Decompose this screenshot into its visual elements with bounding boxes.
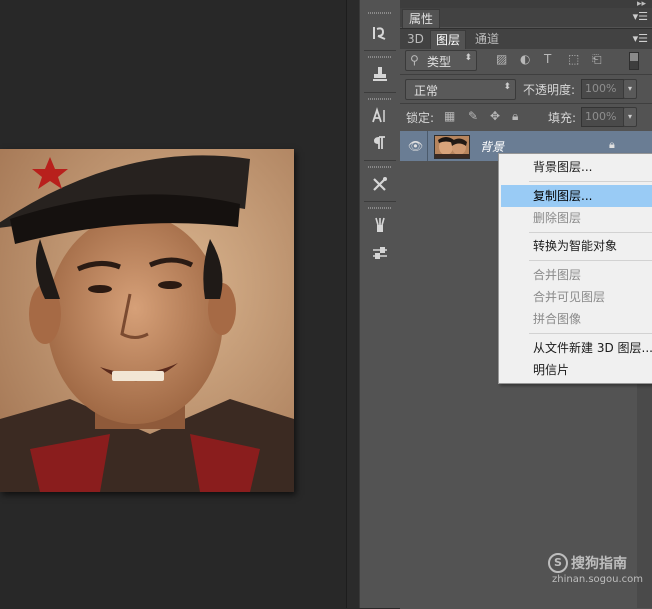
menu-separator bbox=[529, 333, 652, 334]
menu-item-new-3d-layer-from-file[interactable]: 从文件新建 3D 图层... bbox=[499, 337, 652, 359]
eye-icon[interactable]: 👁︎ bbox=[408, 139, 423, 153]
panel-menu-icon[interactable]: ▾☰ bbox=[633, 32, 648, 45]
tab-properties[interactable]: 属性 bbox=[402, 9, 441, 28]
menu-separator bbox=[529, 260, 652, 261]
menu-item-convert-smart-object[interactable]: 转换为智能对象 bbox=[499, 235, 652, 257]
fill-input[interactable]: 100% bbox=[581, 107, 624, 127]
separator bbox=[400, 103, 652, 104]
menu-item-postcard[interactable]: 明信片 bbox=[499, 359, 652, 381]
character-icon[interactable] bbox=[368, 105, 392, 127]
dock-grip[interactable] bbox=[368, 56, 392, 58]
layer-context-menu: 背景图层... 复制图层... 删除图层 转换为智能对象 合并图层 合并可见图层… bbox=[498, 153, 652, 384]
tab-layers[interactable]: 图层 bbox=[430, 30, 467, 49]
fill-dropdown[interactable]: ▾ bbox=[623, 107, 637, 127]
separator bbox=[364, 92, 396, 93]
layer-thumbnail[interactable] bbox=[434, 135, 470, 159]
stamp-icon[interactable] bbox=[368, 63, 392, 85]
tab-3d[interactable]: 3D bbox=[402, 30, 429, 48]
lock-all-icon[interactable]: 🔒︎ bbox=[512, 109, 518, 124]
menu-separator bbox=[529, 181, 652, 182]
separator bbox=[364, 50, 396, 51]
photo-image[interactable] bbox=[0, 149, 294, 492]
filter-kind-label: 类型 bbox=[427, 55, 452, 69]
lock-pixels-icon[interactable]: ✎ bbox=[468, 109, 478, 123]
opacity-input[interactable]: 100% bbox=[581, 79, 624, 99]
menu-item-duplicate-layer[interactable]: 复制图层... bbox=[501, 185, 652, 207]
panel-dock-strip bbox=[359, 0, 401, 608]
panel-divider bbox=[346, 0, 359, 608]
opacity-label: 不透明度: bbox=[523, 83, 576, 97]
menu-separator bbox=[529, 232, 652, 233]
paragraph-icon[interactable] bbox=[368, 132, 392, 154]
opacity-dropdown[interactable]: ▾ bbox=[623, 79, 637, 99]
separator bbox=[364, 160, 396, 161]
search-icon: ⚲ bbox=[410, 53, 419, 67]
panel-title-bar bbox=[400, 0, 652, 8]
separator bbox=[364, 201, 396, 202]
dock-grip[interactable] bbox=[368, 12, 392, 14]
menu-item-delete-layer: 删除图层 bbox=[533, 211, 582, 225]
adjustment-filter-icon[interactable]: ◐ bbox=[520, 52, 530, 66]
lock-position-icon[interactable]: ✥ bbox=[490, 109, 500, 123]
updown-icon: ⬍ bbox=[503, 82, 511, 92]
blend-mode-select[interactable]: 正常 ⬍ bbox=[405, 79, 516, 100]
filter-kind-select[interactable]: ⚲ 类型 ⬍ bbox=[405, 50, 477, 71]
shape-filter-icon[interactable]: ⬚ bbox=[568, 52, 579, 66]
type-filter-icon[interactable]: T bbox=[544, 52, 551, 66]
fill-label: 填充: bbox=[548, 111, 577, 125]
updown-icon: ⬍ bbox=[464, 53, 472, 63]
smart-object-filter-icon[interactable]: ⎗ bbox=[592, 52, 602, 67]
pixel-filter-icon[interactable]: ▨ bbox=[496, 52, 507, 66]
lock-label: 锁定: bbox=[406, 111, 435, 125]
tab-channels[interactable]: 通道 bbox=[470, 30, 504, 48]
lock-transparent-icon[interactable]: ▦ bbox=[444, 109, 455, 123]
lock-icon: 🔒︎ bbox=[609, 138, 615, 151]
history-icon[interactable] bbox=[368, 22, 392, 44]
dock-grip[interactable] bbox=[368, 166, 392, 168]
blend-mode-label: 正常 bbox=[414, 84, 439, 98]
dock-grip[interactable] bbox=[368, 98, 392, 100]
menu-item-flatten-image: 拼合图像 bbox=[533, 312, 582, 326]
menu-item-merge-visible: 合并可见图层 bbox=[533, 290, 606, 304]
menu-item-merge-layers: 合并图层 bbox=[533, 268, 582, 282]
menu-item-background-layer[interactable]: 背景图层... bbox=[499, 156, 652, 178]
sogou-logo-icon: S bbox=[548, 553, 568, 573]
dock-grip[interactable] bbox=[368, 207, 392, 209]
watermark-brand: 搜狗指南 bbox=[571, 556, 627, 572]
watermark-url: zhinan.sogou.com bbox=[552, 574, 644, 585]
brush-icon[interactable] bbox=[368, 214, 392, 236]
panel-menu-icon[interactable]: ▾☰ bbox=[633, 10, 648, 23]
tools-preset-icon[interactable] bbox=[368, 173, 392, 195]
brush-preset-icon[interactable] bbox=[368, 242, 392, 264]
separator bbox=[400, 74, 652, 75]
sogou-watermark: S 搜狗指南 zhinan.sogou.com bbox=[548, 553, 643, 585]
filter-toggle[interactable] bbox=[629, 52, 639, 70]
